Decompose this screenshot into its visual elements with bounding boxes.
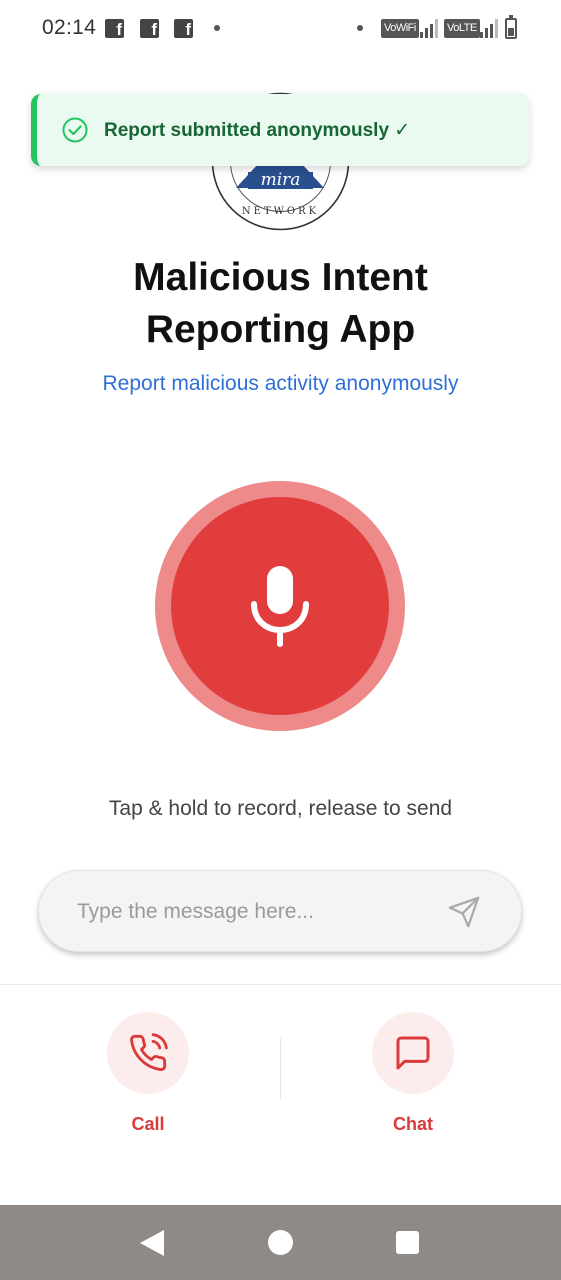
page-subtitle: Report malicious activity anonymously	[102, 372, 459, 395]
chat-button[interactable]: Chat	[343, 1012, 483, 1135]
phone-icon	[130, 1033, 168, 1071]
status-time: 02:14	[42, 16, 97, 39]
check-circle-icon	[62, 117, 88, 143]
success-toast: Report submitted anonymously ✓	[31, 94, 529, 166]
volte-badge: VoLTE	[444, 19, 480, 38]
chat-label: Chat	[393, 1114, 433, 1134]
section-divider	[0, 984, 561, 985]
battery-icon	[505, 15, 517, 39]
call-label: Call	[131, 1114, 165, 1134]
back-icon[interactable]	[140, 1230, 164, 1256]
record-hint: Tap & hold to record, release to send	[108, 797, 453, 820]
chat-bubble-icon	[396, 1036, 430, 1070]
notification-dot-icon	[214, 25, 220, 31]
home-icon[interactable]	[268, 1230, 293, 1255]
recents-icon[interactable]	[396, 1231, 419, 1254]
vowifi-badge: VoWiFi	[381, 19, 419, 38]
page-title: Malicious Intent Reporting App	[0, 252, 561, 356]
title-line-2: Reporting App	[145, 308, 416, 351]
send-button[interactable]	[447, 895, 481, 929]
message-bar	[38, 870, 522, 952]
facebook-icon: f	[174, 19, 193, 39]
status-dot-icon	[357, 25, 363, 31]
record-button[interactable]	[171, 497, 389, 715]
signal-icon	[420, 19, 440, 38]
title-line-1: Malicious Intent	[133, 256, 428, 299]
facebook-icon: f	[140, 19, 159, 39]
actions-divider	[280, 1038, 281, 1100]
signal-icon	[480, 19, 500, 38]
chat-icon-circle	[372, 1012, 454, 1094]
status-bar: 02:14 f f f VoWiFi VoLTE	[0, 0, 561, 56]
send-icon	[448, 896, 480, 928]
svg-text:mira: mira	[261, 170, 301, 190]
svg-text:NETWORK: NETWORK	[242, 206, 319, 217]
microphone-icon	[251, 566, 309, 647]
message-input[interactable]	[77, 895, 437, 929]
toast-message: Report submitted anonymously ✓	[104, 119, 411, 141]
facebook-icon: f	[105, 19, 124, 39]
call-icon-circle	[107, 1012, 189, 1094]
call-button[interactable]: Call	[78, 1012, 218, 1135]
